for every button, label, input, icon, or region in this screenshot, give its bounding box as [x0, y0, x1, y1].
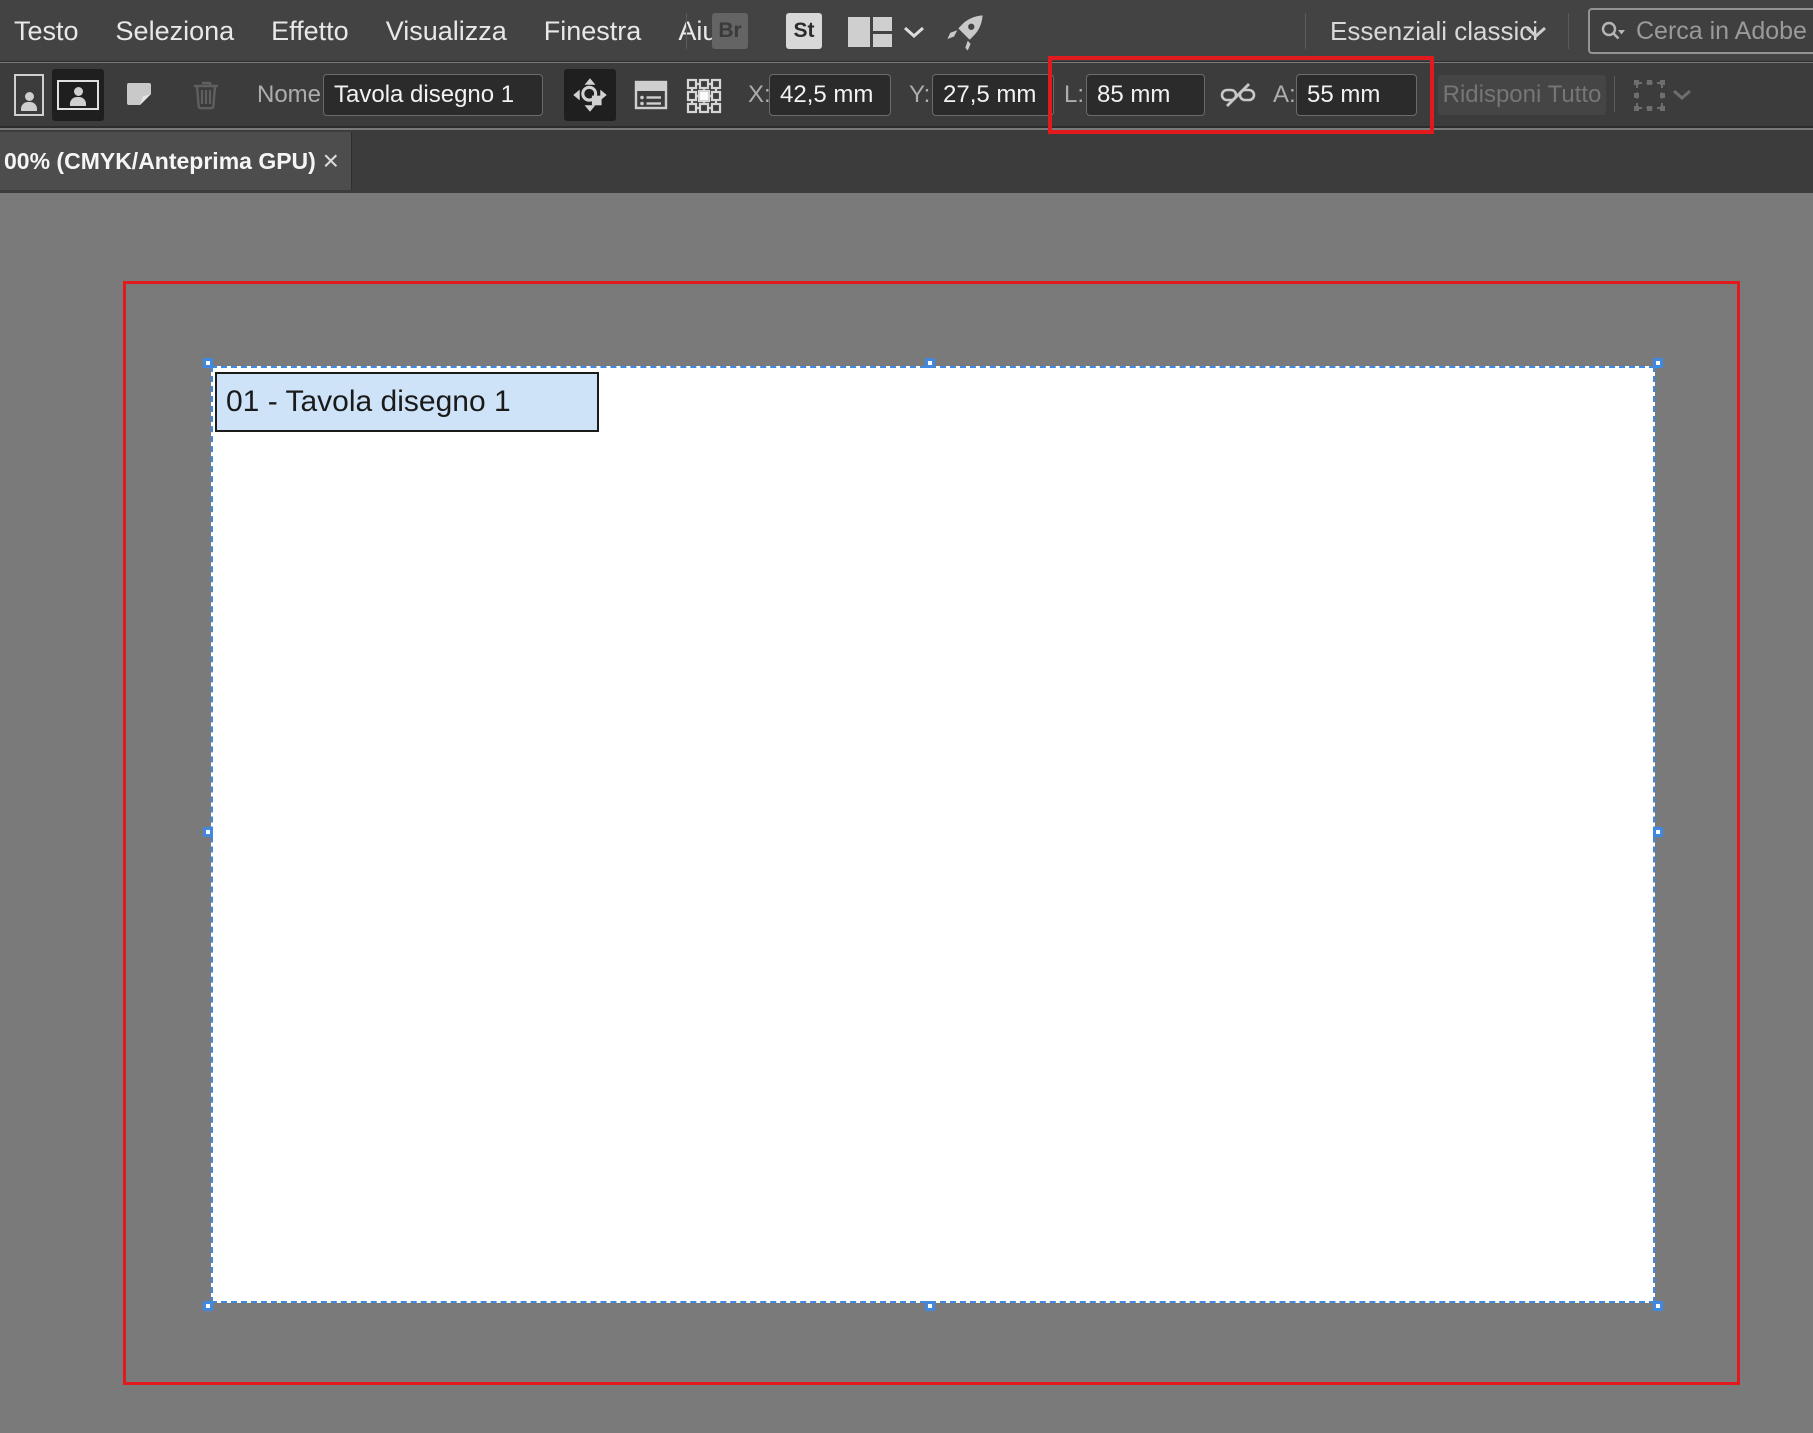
canvas-area[interactable]: 01 - Tavola disegno 1: [0, 193, 1813, 1433]
constrain-proportions-button[interactable]: [1216, 77, 1260, 113]
x-label: X:: [748, 81, 771, 108]
resize-handle-middle-right[interactable]: [1653, 826, 1663, 837]
chevron-down-icon[interactable]: [1525, 26, 1547, 39]
width-input[interactable]: [1086, 74, 1205, 116]
chevron-down-icon[interactable]: [903, 26, 925, 39]
portrait-artboard-icon: [14, 74, 44, 116]
y-label: Y:: [909, 81, 931, 108]
artboard-options-icon: [634, 80, 668, 110]
portrait-orientation-button[interactable]: [6, 69, 52, 121]
workspace-switcher[interactable]: Essenziali classici: [1330, 0, 1538, 62]
bridge-button[interactable]: Br: [712, 13, 748, 49]
artboard-control-bar: Nome: Tavola disegno 1 X: 42,5 mm Y: 27,…: [0, 63, 1813, 128]
adobe-stock-search[interactable]: [1588, 8, 1813, 54]
document-tab[interactable]: 00% (CMYK/Anteprima GPU) ×: [0, 132, 352, 190]
resize-handle-bottom-middle[interactable]: [925, 1301, 935, 1311]
width-label: L:: [1064, 81, 1085, 108]
resize-handle-middle-left[interactable]: [203, 826, 213, 837]
stock-button[interactable]: St: [786, 13, 822, 49]
artboard-options-button[interactable]: [630, 77, 672, 113]
divider: [1614, 76, 1615, 112]
artboard-preset-icon[interactable]: [1634, 80, 1665, 111]
divider: [686, 13, 687, 49]
chevron-down-icon[interactable]: [1672, 89, 1692, 101]
document-tab-bar: 00% (CMYK/Anteprima GPU) ×: [0, 130, 1813, 193]
close-icon[interactable]: ×: [323, 147, 339, 175]
menu-items: Testo Seleziona Effetto Visualizza Fines…: [14, 0, 740, 62]
menu-bar: Testo Seleziona Effetto Visualizza Fines…: [0, 0, 1813, 62]
move-crosshair-icon: [573, 78, 607, 112]
divider: [1568, 13, 1569, 49]
menu-seleziona[interactable]: Seleziona: [116, 16, 235, 47]
menu-visualizza[interactable]: Visualizza: [386, 16, 507, 47]
reference-point-button[interactable]: [682, 75, 726, 117]
trash-icon: [194, 81, 218, 110]
menu-testo[interactable]: Testo: [14, 16, 79, 47]
move-artboard-button[interactable]: [564, 69, 616, 121]
resize-handle-bottom-right[interactable]: [1653, 1301, 1663, 1311]
search-icon: [1601, 21, 1625, 40]
resize-handle-top-middle[interactable]: [925, 358, 935, 368]
reference-point-grid-icon: [686, 78, 722, 114]
new-artboard-icon: [127, 83, 151, 105]
height-input[interactable]: [1296, 74, 1417, 116]
search-input[interactable]: [1634, 15, 1813, 47]
artboard-name-input[interactable]: [323, 74, 543, 116]
new-artboard-button[interactable]: [118, 75, 160, 115]
resize-handle-top-left[interactable]: [203, 358, 213, 368]
height-label: A:: [1273, 81, 1296, 108]
y-input[interactable]: [932, 74, 1054, 116]
artboard[interactable]: 01 - Tavola disegno 1: [203, 358, 1663, 1311]
resize-handle-bottom-left[interactable]: [203, 1301, 213, 1311]
delete-artboard-button[interactable]: [186, 75, 226, 115]
resize-handle-top-right[interactable]: [1653, 358, 1663, 368]
link-broken-icon: [1220, 83, 1256, 107]
rearrange-all-button[interactable]: Ridisponi Tutto: [1438, 75, 1606, 115]
name-label: Nome:: [257, 81, 328, 108]
menu-effetto[interactable]: Effetto: [271, 16, 349, 47]
x-input[interactable]: [769, 74, 891, 116]
arrange-documents-icon[interactable]: [848, 17, 892, 47]
divider: [1305, 13, 1306, 49]
gpu-performance-rocket-icon[interactable]: [944, 11, 988, 53]
landscape-artboard-icon: [57, 80, 99, 110]
artboard-selection-border: [211, 366, 1655, 1303]
artboard-name-tag[interactable]: 01 - Tavola disegno 1: [215, 372, 599, 432]
document-tab-title: 00% (CMYK/Anteprima GPU): [4, 147, 316, 174]
menu-finestra[interactable]: Finestra: [544, 16, 642, 47]
landscape-orientation-button[interactable]: [52, 69, 104, 121]
